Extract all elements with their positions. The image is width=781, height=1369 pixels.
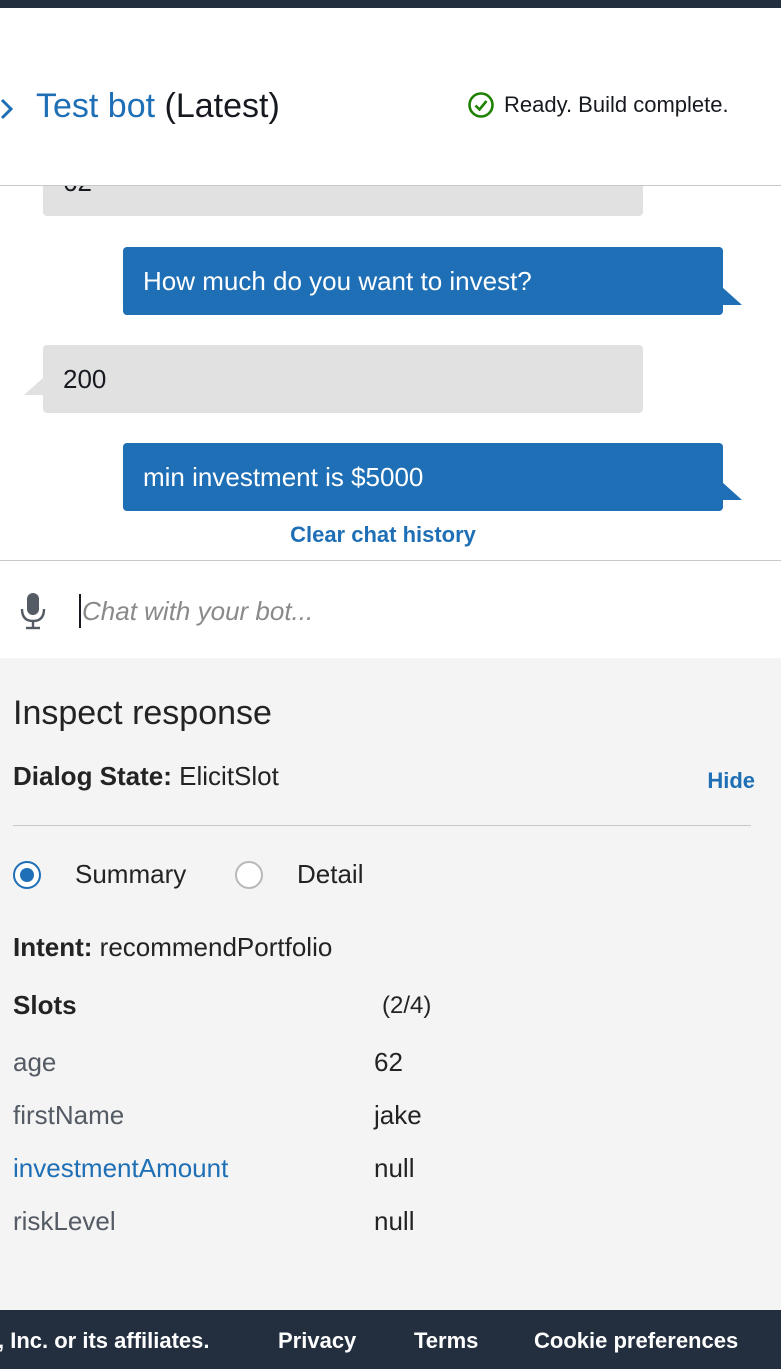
slot-name: riskLevel <box>13 1206 116 1236</box>
build-status: Ready. Build complete. <box>467 91 729 119</box>
slot-row: riskLevel null <box>13 1206 713 1246</box>
slot-value: null <box>374 1206 415 1236</box>
intent-label: Intent: <box>13 932 93 962</box>
radio-summary[interactable]: Summary <box>13 859 186 890</box>
slot-name: age <box>13 1047 57 1077</box>
test-bot-header: Test bot (Latest) Ready. Build complete. <box>0 8 781 186</box>
radio-button-checked[interactable] <box>13 860 41 889</box>
inspect-response-panel: Inspect response Dialog State: ElicitSlo… <box>0 658 781 1310</box>
user-message: 62 <box>43 186 643 216</box>
hide-link[interactable]: Hide <box>707 768 755 794</box>
test-bot-link[interactable]: Test bot <box>36 87 155 125</box>
bubble-tail <box>24 377 44 395</box>
dialog-state-label: Dialog State: <box>13 761 172 791</box>
chat-input[interactable] <box>80 587 764 635</box>
copyright-text: , Inc. or its affiliates. <box>0 1328 210 1353</box>
radio-detail[interactable]: Detail <box>235 859 363 890</box>
bot-message: How much do you want to invest? <box>123 247 723 315</box>
message-text: 62 <box>63 186 92 197</box>
message-text: min investment is $5000 <box>143 462 424 492</box>
version-label: (Latest) <box>164 87 280 125</box>
chat-transcript[interactable]: 62 How much do you want to invest? 200 m… <box>0 186 781 560</box>
clear-chat-history-link[interactable]: Clear chat history <box>0 522 766 548</box>
intent-line: Intent: recommendPortfolio <box>13 932 332 963</box>
user-message: 200 <box>43 345 643 413</box>
dialog-state-value: ElicitSlot <box>179 761 279 791</box>
status-text: Ready. Build complete. <box>504 92 729 117</box>
chat-input-bar <box>0 560 781 659</box>
bot-message: min investment is $5000 <box>123 443 723 511</box>
terms-link[interactable]: Terms <box>414 1328 478 1354</box>
message-text: How much do you want to invest? <box>143 266 532 296</box>
radio-label: Summary <box>75 859 187 889</box>
radio-label: Detail <box>297 859 364 889</box>
slot-row: firstName jake <box>13 1100 713 1140</box>
slots-count: (2/4) <box>382 992 432 1019</box>
slot-name-active[interactable]: investmentAmount <box>13 1153 228 1184</box>
slot-row: age 62 <box>13 1047 713 1087</box>
message-text: 200 <box>63 364 107 394</box>
chevron-right-icon[interactable] <box>0 94 28 124</box>
cookie-preferences-link[interactable]: Cookie preferences <box>534 1328 738 1354</box>
slot-value: 62 <box>374 1047 403 1077</box>
microphone-icon[interactable] <box>18 591 48 631</box>
slot-value: null <box>374 1153 415 1183</box>
privacy-link[interactable]: Privacy <box>278 1328 356 1354</box>
slot-row: investmentAmount null <box>13 1153 713 1193</box>
slot-name: firstName <box>13 1100 125 1130</box>
bubble-tail <box>722 287 742 305</box>
page-title: Test bot (Latest) <box>36 86 280 126</box>
check-circle-icon <box>468 92 494 118</box>
intent-value: recommendPortfolio <box>99 932 333 962</box>
radio-button[interactable] <box>235 860 263 889</box>
footer: , Inc. or its affiliates. Privacy Terms … <box>0 1310 781 1369</box>
slot-value: jake <box>374 1100 422 1130</box>
top-nav-strip <box>0 0 781 8</box>
slots-heading: Slots <box>13 990 77 1020</box>
divider <box>13 825 751 826</box>
inspect-title: Inspect response <box>13 694 272 732</box>
bubble-tail <box>722 482 742 500</box>
dialog-state: Dialog State: ElicitSlot <box>13 761 279 792</box>
